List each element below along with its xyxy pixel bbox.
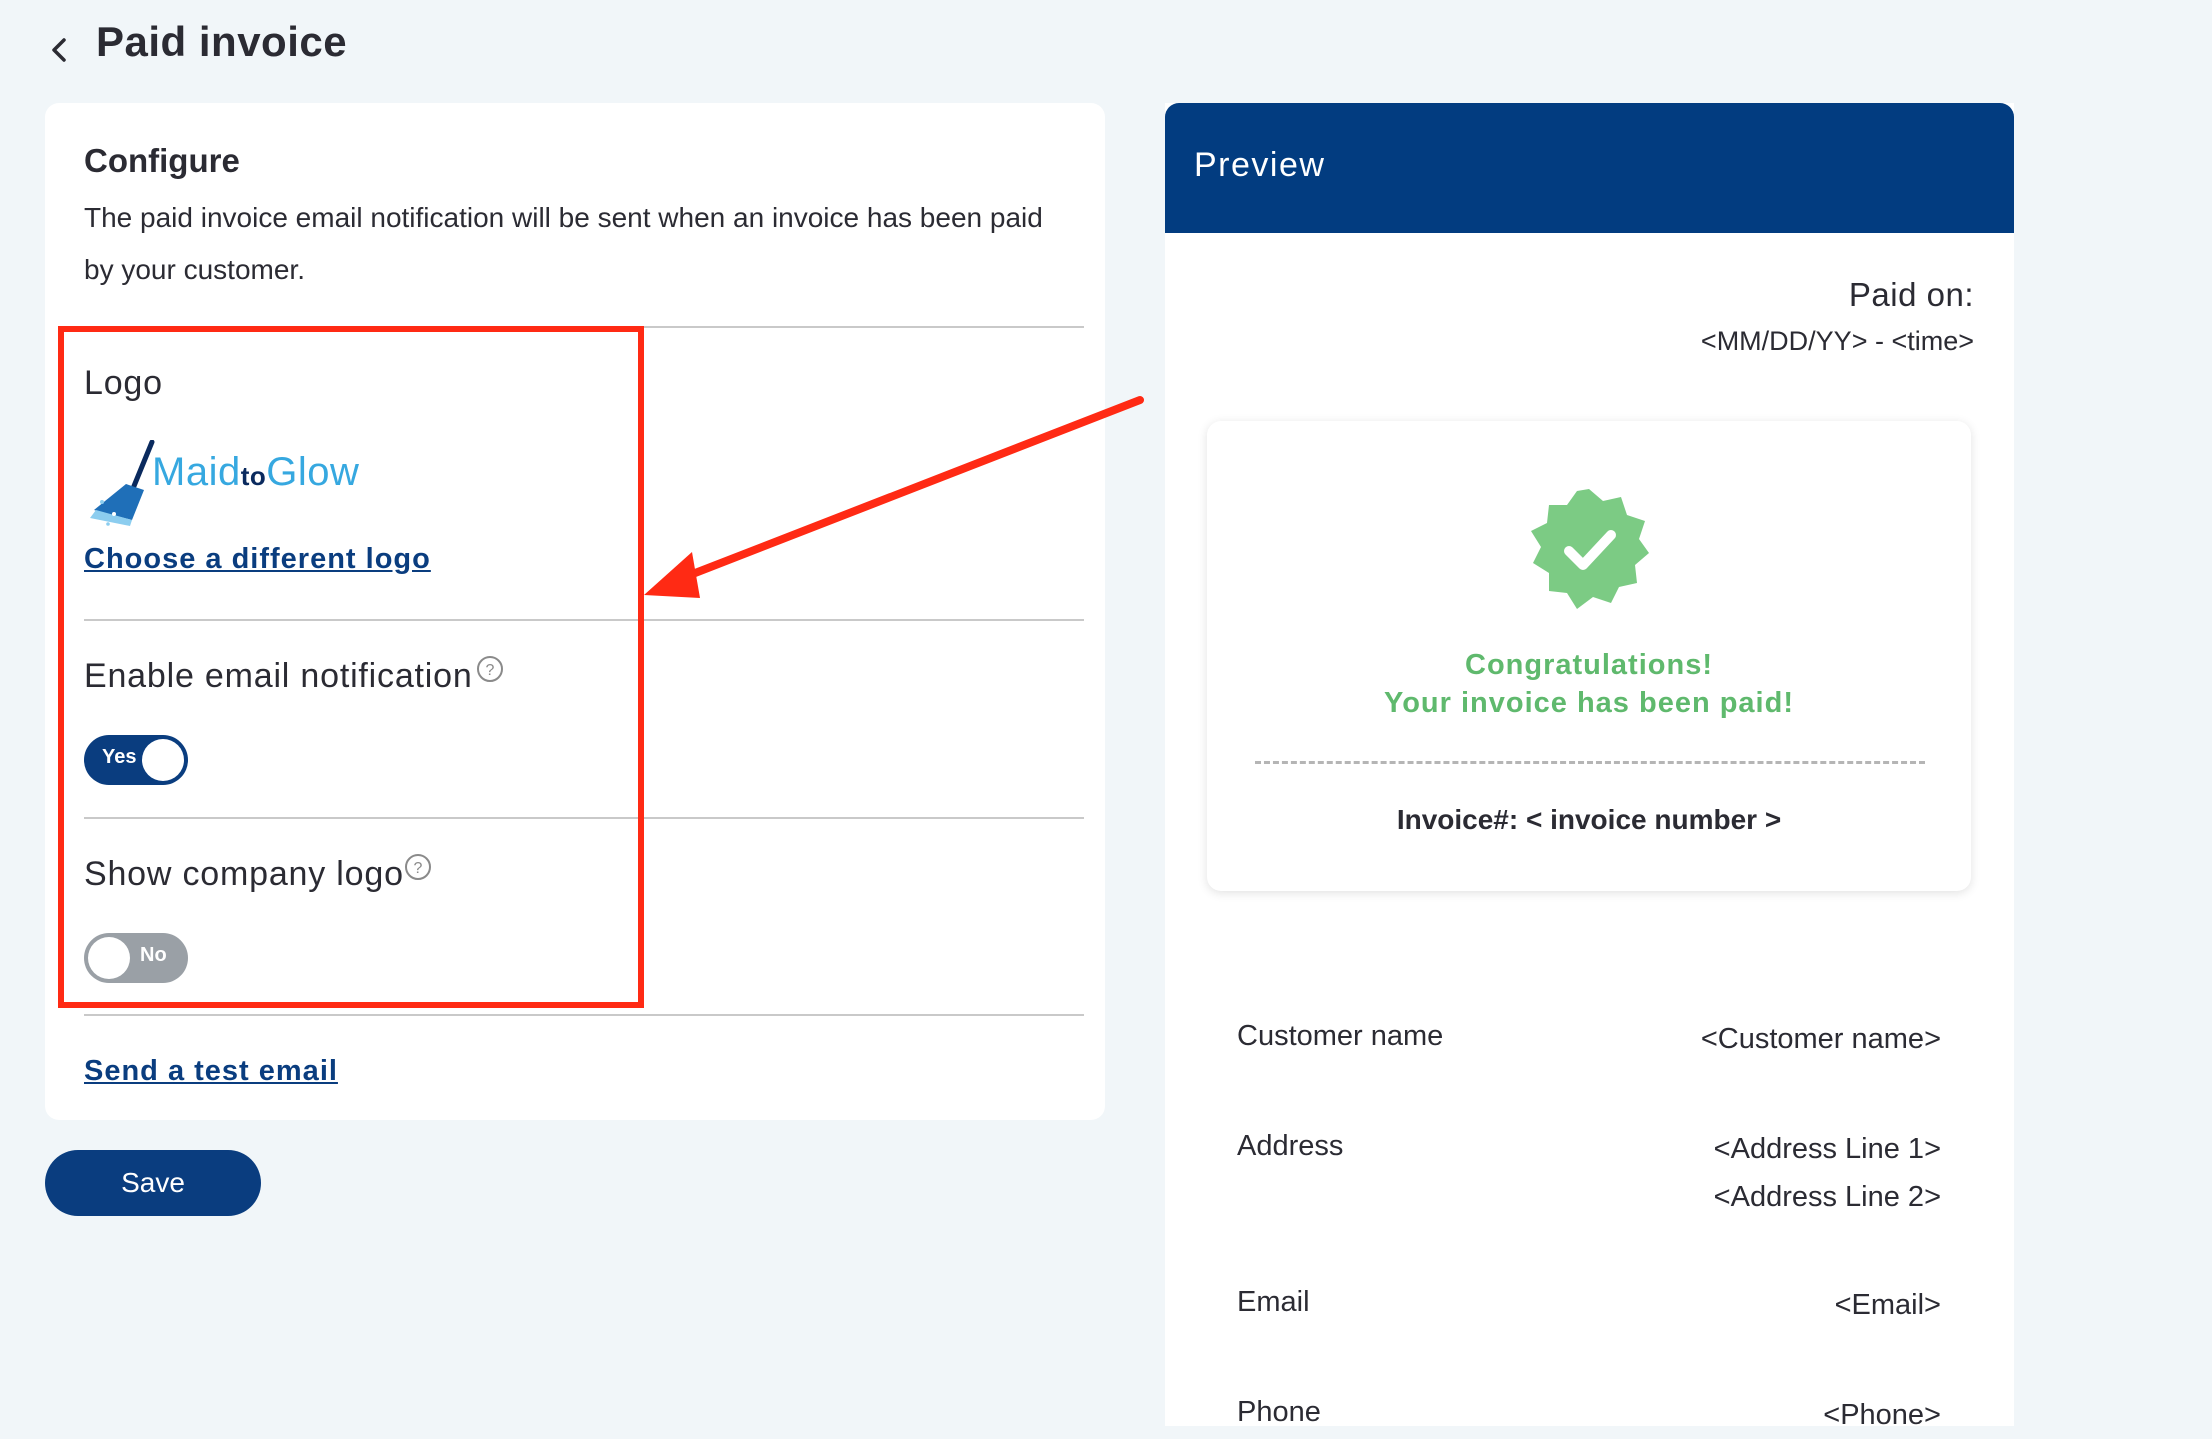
phone-label: Phone — [1237, 1396, 1321, 1428]
paid-on-value: <MM/DD/YY> - <time> — [1700, 326, 1974, 356]
divider — [84, 1014, 1084, 1016]
congrats-message: Congratulations! Your invoice has been p… — [1207, 646, 1971, 722]
paid-on-label: Paid on: — [1848, 276, 1974, 313]
address-value: <Address Line 1> <Address Line 2> — [1714, 1125, 1941, 1221]
preview-title: Preview — [1194, 146, 1326, 184]
invoice-number: Invoice#: < invoice number > — [1396, 804, 1782, 835]
customer-name-value: <Customer name> — [1700, 1023, 1941, 1055]
address-line-2: <Address Line 2> — [1713, 1181, 1941, 1213]
dashed-divider — [1255, 761, 1925, 764]
configure-description: The paid invoice email notification will… — [84, 202, 1043, 285]
save-button[interactable]: Save — [45, 1150, 261, 1216]
phone-value: <Phone> — [1823, 1399, 1941, 1431]
highlight-box — [58, 326, 644, 1008]
address-line-1: <Address Line 1> — [1713, 1133, 1941, 1165]
page-title: Paid invoice — [96, 18, 348, 65]
congrats-line-2: Your invoice has been paid! — [1384, 687, 1794, 719]
customer-name-label: Customer name — [1237, 1020, 1444, 1052]
email-value: <Email> — [1834, 1289, 1941, 1321]
congrats-line-1: Congratulations! — [1465, 649, 1713, 681]
configure-heading: Configure — [84, 142, 240, 179]
send-test-email-link[interactable]: Send a test email — [84, 1055, 338, 1088]
email-label: Email — [1237, 1286, 1310, 1318]
address-label: Address — [1237, 1130, 1344, 1162]
check-badge-icon — [1531, 489, 1649, 609]
chevron-left-icon[interactable] — [40, 30, 80, 70]
